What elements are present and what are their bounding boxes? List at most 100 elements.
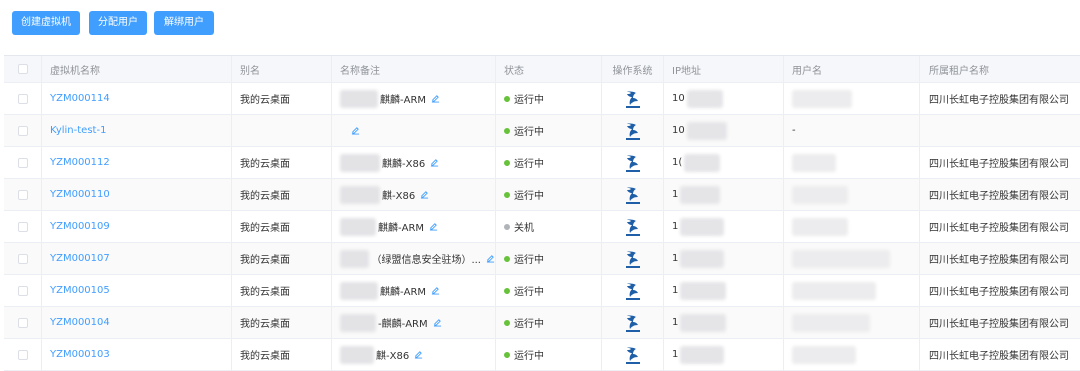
kylin-os-icon xyxy=(625,281,641,301)
redacted-remark xyxy=(340,249,370,268)
row-checkbox[interactable] xyxy=(17,349,28,360)
vm-name-link[interactable]: YZM000104 xyxy=(50,317,110,328)
vm-table: 虚拟机名称 别名 名称备注 状态 操作系统 IP地址 用户名 所属租户名称 YZ… xyxy=(4,55,1080,371)
table-row[interactable]: Kylin-test-1 运行中 10 - xyxy=(4,115,1080,147)
edit-icon[interactable] xyxy=(433,318,442,327)
ip-text: 10 xyxy=(672,125,685,136)
username-cell xyxy=(784,211,920,242)
vm-name-link[interactable]: YZM000114 xyxy=(50,93,110,104)
row-checkbox[interactable] xyxy=(17,93,28,104)
vm-name-cell: YZM000103 xyxy=(42,339,232,370)
redacted-remark xyxy=(340,153,380,172)
ip-cell: 1 xyxy=(664,179,784,210)
edit-icon[interactable] xyxy=(351,126,360,135)
remark-cell: 麒-X86 xyxy=(332,179,496,210)
remark-cell: 麒-X86 xyxy=(332,339,496,370)
vm-name-cell: YZM000112 xyxy=(42,147,232,178)
row-checkbox[interactable] xyxy=(17,157,28,168)
row-checkbox[interactable] xyxy=(17,253,28,264)
header-os: 操作系统 xyxy=(602,56,664,82)
edit-icon[interactable] xyxy=(430,158,439,167)
status-dot xyxy=(504,159,510,166)
os-cell xyxy=(602,147,664,178)
row-select-cell xyxy=(4,307,42,338)
unbind-user-button[interactable]: 解绑用户 xyxy=(154,11,214,35)
redacted-remark xyxy=(340,89,378,108)
kylin-os-icon xyxy=(625,185,641,205)
redacted-username xyxy=(792,345,856,364)
kylin-os-icon xyxy=(625,345,641,365)
alias-text: 我的云桌面 xyxy=(240,287,290,298)
ip-cell: 1 xyxy=(664,275,784,306)
vm-name-link[interactable]: YZM000109 xyxy=(50,221,110,232)
table-row[interactable]: YZM000104 我的云桌面 -麒麟-ARM 运行中 1 四川长虹电子控股集团… xyxy=(4,307,1080,339)
row-checkbox[interactable] xyxy=(17,125,28,136)
vm-name-cell: YZM000105 xyxy=(42,275,232,306)
row-checkbox[interactable] xyxy=(17,221,28,232)
remark-text: 麒-X86 xyxy=(382,191,416,202)
select-all-cell xyxy=(4,56,42,82)
table-row[interactable]: YZM000114 我的云桌面 麒麟-ARM 运行中 10 四川长虹电子控股集团… xyxy=(4,83,1080,115)
redacted-ip xyxy=(680,217,725,236)
edit-icon[interactable] xyxy=(431,94,440,103)
header-name: 虚拟机名称 xyxy=(42,56,232,82)
status-dot xyxy=(504,223,510,230)
tenant-cell: 四川长虹电子控股集团有限公司 xyxy=(920,179,1080,210)
redacted-ip xyxy=(680,185,721,204)
status-text: 运行中 xyxy=(514,191,544,202)
row-select-cell xyxy=(4,275,42,306)
table-row[interactable]: YZM000110 我的云桌面 麒-X86 运行中 1 四川长虹电子控股集团有限… xyxy=(4,179,1080,211)
table-row[interactable]: YZM000112 我的云桌面 麒麟-X86 运行中 1( 四川长虹电子控股集团… xyxy=(4,147,1080,179)
redacted-ip xyxy=(680,313,727,332)
header-tenant: 所属租户名称 xyxy=(929,65,989,77)
table-row[interactable]: YZM000105 我的云桌面 麒麟-ARM 运行中 1 四川长虹电子控股集团有… xyxy=(4,275,1080,307)
status-dot xyxy=(504,351,510,358)
ip-text: 1 xyxy=(672,189,679,200)
ip-cell: 1( xyxy=(664,147,784,178)
table-row[interactable]: YZM000103 我的云桌面 麒-X86 运行中 1 四川长虹电子控股集团有限… xyxy=(4,339,1080,371)
remark-text: 麒麟-ARM xyxy=(380,95,427,106)
tenant-text: 四川长虹电子控股集团有限公司 xyxy=(929,351,1069,362)
alias-cell xyxy=(232,115,332,146)
redacted-ip xyxy=(686,121,727,140)
row-checkbox[interactable] xyxy=(17,189,28,200)
table-row[interactable]: YZM000107 我的云桌面 （绿盟信息安全驻场）... 运行中 1 四川长虹… xyxy=(4,243,1080,275)
username-cell xyxy=(784,147,920,178)
status-text: 运行中 xyxy=(514,127,544,138)
tenant-cell: 四川长虹电子控股集团有限公司 xyxy=(920,307,1080,338)
edit-icon[interactable] xyxy=(420,190,429,199)
assign-user-button[interactable]: 分配用户 xyxy=(89,11,147,35)
alias-cell: 我的云桌面 xyxy=(232,83,332,114)
vm-name-link[interactable]: YZM000110 xyxy=(50,189,110,200)
create-vm-button[interactable]: 创建虚拟机 xyxy=(12,11,80,35)
remark-text: 麒麟-ARM xyxy=(378,223,425,234)
table-row[interactable]: YZM000109 我的云桌面 麒麟-ARM 关机 1 四川长虹电子控股集团有限… xyxy=(4,211,1080,243)
row-checkbox[interactable] xyxy=(17,317,28,328)
vm-name-link[interactable]: Kylin-test-1 xyxy=(50,125,106,136)
alias-text: 我的云桌面 xyxy=(240,351,290,362)
remark-cell: （绿盟信息安全驻场）... xyxy=(332,243,496,274)
vm-name-link[interactable]: YZM000112 xyxy=(50,157,110,168)
redacted-username xyxy=(792,313,870,332)
username-cell xyxy=(784,275,920,306)
alias-text: 我的云桌面 xyxy=(240,319,290,330)
edit-icon[interactable] xyxy=(486,254,495,263)
redacted-username xyxy=(792,153,836,172)
redacted-remark xyxy=(340,217,376,236)
row-checkbox[interactable] xyxy=(17,285,28,296)
os-cell xyxy=(602,115,664,146)
edit-icon[interactable] xyxy=(414,350,423,359)
ip-text: 1 xyxy=(672,253,679,264)
select-all-checkbox[interactable] xyxy=(17,64,28,74)
tenant-cell: 四川长虹电子控股集团有限公司 xyxy=(920,211,1080,242)
vm-name-link[interactable]: YZM000107 xyxy=(50,253,110,264)
vm-name-link[interactable]: YZM000103 xyxy=(50,349,110,360)
username-text: - xyxy=(792,125,796,136)
kylin-os-icon xyxy=(625,249,641,269)
status-cell: 运行中 xyxy=(496,147,602,178)
ip-cell: 1 xyxy=(664,211,784,242)
edit-icon[interactable] xyxy=(431,286,440,295)
vm-name-link[interactable]: YZM000105 xyxy=(50,285,110,296)
alias-cell: 我的云桌面 xyxy=(232,243,332,274)
edit-icon[interactable] xyxy=(429,222,438,231)
